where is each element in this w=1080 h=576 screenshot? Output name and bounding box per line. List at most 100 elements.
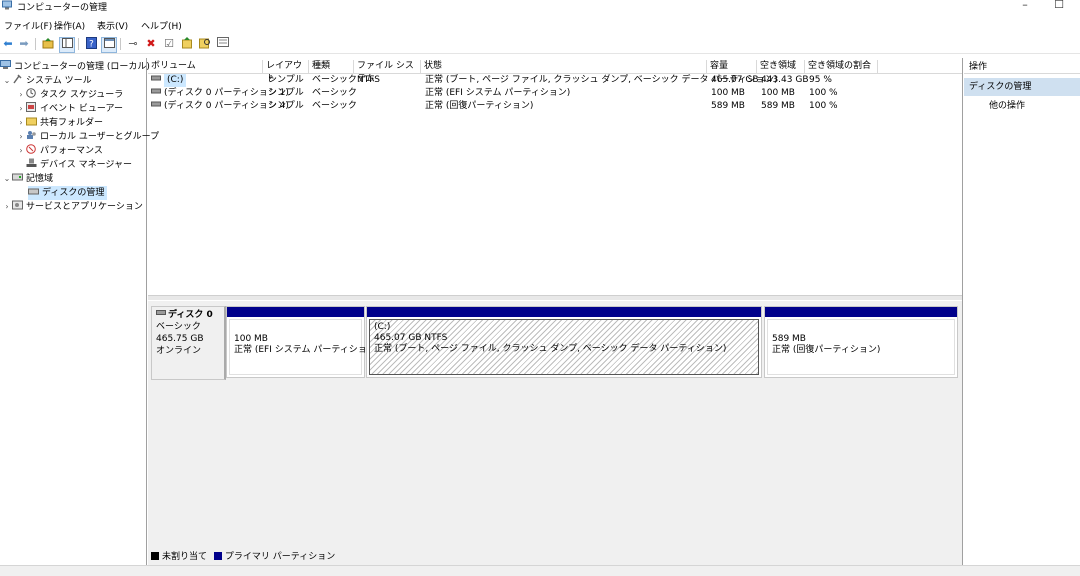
disk-info-box[interactable]: ディスク 0 ベーシック 465.75 GB オンライン	[151, 306, 226, 380]
svg-text:?: ?	[89, 40, 94, 50]
column-layout[interactable]: レイアウト	[263, 60, 309, 84]
partition-status: 正常 (ブート, ページ ファイル, クラッシュ ダンプ, ベーシック データ …	[374, 344, 727, 354]
volume-free: 100 MB	[761, 88, 795, 98]
tree-services[interactable]: › サービスとアプリケーション	[2, 200, 143, 214]
properties-icon[interactable]: ☑	[162, 37, 176, 51]
volume-type: ベーシック	[312, 101, 357, 111]
volume-layout: シンプル	[268, 75, 304, 85]
chevron-down-icon[interactable]: ⌄	[2, 74, 12, 88]
tree-system-tools[interactable]: ⌄ システム ツール	[2, 74, 92, 88]
table-row[interactable]: (ディスク 0 パーティション 1) シンプル ベーシック 正常 (EFI シス…	[148, 87, 962, 100]
volume-name: (C:)	[164, 74, 187, 87]
tree-performance[interactable]: › パフォーマンス	[16, 144, 103, 158]
partition-body-selected: (C:) 465.07 GB NTFS 正常 (ブート, ページ ファイル, ク…	[369, 319, 759, 375]
toolbar: ⬅ ➡ ? ⊸ ✖ ☑	[0, 35, 1080, 54]
show-hide-tree-icon[interactable]	[59, 37, 75, 53]
disk-graphical-view: ディスク 0 ベーシック 465.75 GB オンライン 100 MB 正常 (…	[148, 301, 962, 565]
shared-folder-icon	[26, 116, 37, 126]
tree-root[interactable]: コンピューターの管理 (ローカル)	[0, 60, 150, 74]
forward-icon[interactable]: ➡	[17, 37, 31, 51]
column-capacity[interactable]: 容量	[707, 60, 757, 73]
chevron-right-icon[interactable]: ›	[16, 144, 26, 158]
partition-size: 589 MB	[772, 334, 806, 344]
up-icon[interactable]	[41, 37, 55, 51]
partition-bar	[367, 307, 761, 317]
tree-system-tools-label: システム ツール	[26, 76, 92, 86]
chevron-right-icon[interactable]: ›	[2, 200, 12, 214]
disk-icon	[156, 310, 166, 315]
volume-layout: シンプル	[268, 101, 304, 111]
volume-free-percent: 100 %	[809, 88, 838, 98]
window-title: コンピューターの管理	[17, 3, 108, 13]
tree-storage[interactable]: ⌄ 記憶域	[2, 172, 53, 186]
partition-body: 100 MB 正常 (EFI システム パーティション)	[229, 319, 379, 375]
chevron-right-icon[interactable]: ›	[16, 88, 26, 102]
open-icon[interactable]	[180, 37, 194, 51]
column-type[interactable]: 種類	[309, 60, 354, 73]
disk-label: ディスク 0	[168, 310, 213, 320]
table-row[interactable]: (C:) シンプル ベーシック NTFS 正常 (ブート, ページ ファイル, …	[148, 74, 962, 87]
column-volume[interactable]: ボリューム	[148, 60, 263, 73]
tree-shared-folders-label: 共有フォルダー	[40, 118, 104, 128]
help-icon[interactable]: ?	[84, 37, 98, 51]
tree-shared-folders[interactable]: › 共有フォルダー	[16, 116, 103, 130]
computer-management-icon	[0, 60, 11, 70]
menu-file[interactable]: ファイル(F)	[4, 19, 52, 32]
view-icon[interactable]	[216, 37, 230, 51]
status-bar	[0, 565, 1080, 576]
volume-icon	[151, 87, 161, 100]
tree-disk-management[interactable]: ディスクの管理	[28, 186, 108, 200]
disk-kind: ベーシック	[156, 322, 201, 332]
search-icon[interactable]	[198, 37, 212, 51]
partition-recovery[interactable]: 589 MB 正常 (回復パーティション)	[764, 306, 958, 378]
menu-action[interactable]: 操作(A)	[54, 19, 85, 32]
partition-c[interactable]: (C:) 465.07 GB NTFS 正常 (ブート, ページ ファイル, ク…	[366, 306, 762, 378]
system-tools-icon	[12, 74, 23, 84]
partition-name: (C:)	[374, 322, 391, 332]
maximize-button[interactable]: ☐	[1044, 0, 1074, 12]
partition-bar	[765, 307, 957, 317]
console-icon[interactable]	[101, 37, 117, 53]
tree-task-scheduler-label: タスク スケジューラ	[40, 90, 124, 100]
chevron-right-icon[interactable]: ›	[16, 102, 26, 116]
actions-header: 操作	[964, 60, 1080, 74]
tree-local-users[interactable]: › ローカル ユーザーとグループ	[16, 130, 159, 144]
tree-task-scheduler[interactable]: › タスク スケジューラ	[16, 88, 123, 102]
title-bar: コンピューターの管理 – ☐	[0, 0, 1080, 14]
services-icon	[12, 200, 23, 210]
delete-icon[interactable]: ✖	[144, 37, 158, 51]
connect-icon[interactable]: ⊸	[126, 37, 140, 51]
volume-pane: ボリューム レイアウト 種類 ファイル システム 状態 容量 空き領域 空き領域…	[148, 58, 963, 565]
volume-capacity: 100 MB	[711, 88, 745, 98]
toolbar-separator	[78, 38, 79, 50]
partition-size: 100 MB	[234, 334, 268, 344]
chevron-right-icon[interactable]: ›	[16, 116, 26, 130]
partition-efi[interactable]: 100 MB 正常 (EFI システム パーティション)	[226, 306, 379, 378]
back-icon[interactable]: ⬅	[1, 37, 15, 51]
tree-services-label: サービスとアプリケーション	[26, 202, 143, 212]
legend-primary-swatch	[213, 552, 222, 560]
actions-section-disk-management[interactable]: ディスクの管理	[964, 78, 1080, 96]
column-filesystem[interactable]: ファイル システム	[354, 60, 421, 84]
tree-event-viewer[interactable]: › イベント ビューアー	[16, 102, 123, 116]
menu-view[interactable]: 表示(V)	[97, 19, 128, 32]
tree-device-manager[interactable]: デバイス マネージャー	[16, 158, 132, 172]
menu-help[interactable]: ヘルプ(H)	[141, 19, 182, 32]
volume-status: 正常 (回復パーティション)	[425, 101, 534, 111]
column-status[interactable]: 状態	[421, 60, 707, 73]
column-free[interactable]: 空き領域	[757, 60, 805, 73]
toolbar-separator	[120, 38, 121, 50]
pane-splitter[interactable]	[148, 295, 962, 300]
chevron-down-icon[interactable]: ⌄	[2, 172, 12, 186]
volume-type: ベーシック	[312, 88, 357, 98]
volume-capacity: 465.07 GB	[711, 75, 759, 85]
disk-label-row: ディスク 0	[152, 307, 224, 321]
chevron-right-icon[interactable]: ›	[16, 130, 26, 144]
action-other-operations[interactable]: 他の操作	[989, 98, 1025, 111]
minimize-button[interactable]: –	[1010, 0, 1040, 12]
partition-body: 589 MB 正常 (回復パーティション)	[767, 319, 955, 375]
column-free-percent[interactable]: 空き領域の割合	[805, 60, 878, 73]
partition-status: 正常 (回復パーティション)	[772, 345, 881, 355]
table-row[interactable]: (ディスク 0 パーティション 4) シンプル ベーシック 正常 (回復パーティ…	[148, 100, 962, 113]
volume-free-percent: 100 %	[809, 101, 838, 111]
